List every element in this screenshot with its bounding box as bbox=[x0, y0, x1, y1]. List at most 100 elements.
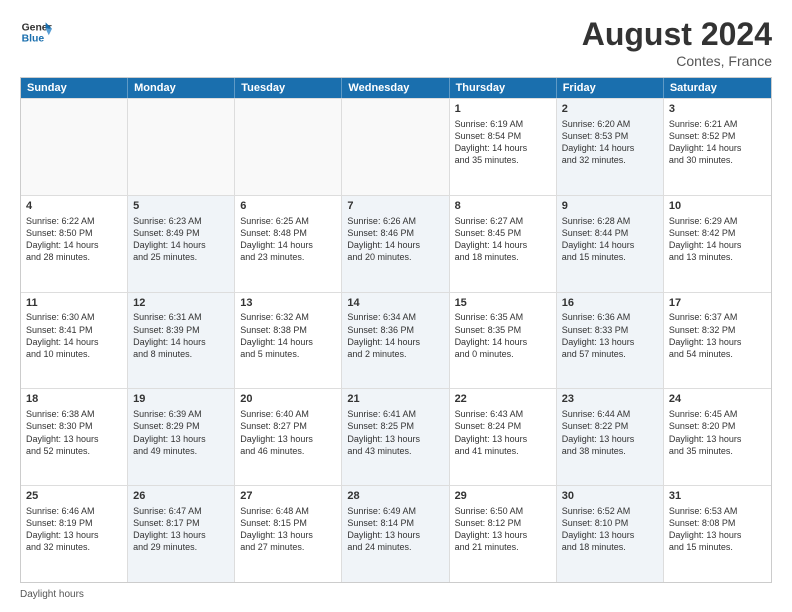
cal-cell-0-6: 3 Sunrise: 6:21 AM Sunset: 8:52 PM Daylig… bbox=[664, 99, 771, 195]
cal-cell-4-0: 25 Sunrise: 6:46 AM Sunset: 8:19 PM Dayli… bbox=[21, 486, 128, 582]
cal-cell-1-5: 9 Sunrise: 6:28 AM Sunset: 8:44 PM Daylig… bbox=[557, 196, 664, 292]
header-wednesday: Wednesday bbox=[342, 78, 449, 98]
cal-cell-1-3: 7 Sunrise: 6:26 AM Sunset: 8:46 PM Daylig… bbox=[342, 196, 449, 292]
cal-row-1: 4Sunrise: 6:22 AM Sunset: 8:50 PM Daylig… bbox=[21, 195, 771, 292]
cal-cell-1-0: 4Sunrise: 6:22 AM Sunset: 8:50 PM Daylig… bbox=[21, 196, 128, 292]
month-year-title: August 2024 bbox=[582, 16, 772, 53]
cal-cell-0-5: 2Sunrise: 6:20 AM Sunset: 8:53 PM Daylig… bbox=[557, 99, 664, 195]
cal-cell-2-1: 12Sunrise: 6:31 AM Sunset: 8:39 PM Dayli… bbox=[128, 293, 235, 389]
day-num-2-3: 14 bbox=[347, 296, 443, 311]
day-num-4-2: 27 bbox=[240, 489, 336, 504]
day-info-2-4: Sunrise: 6:35 AM Sunset: 8:35 PM Dayligh… bbox=[455, 312, 528, 358]
svg-text:Blue: Blue bbox=[22, 34, 45, 45]
day-info-0-6: Sunrise: 6:21 AM Sunset: 8:52 PM Dayligh… bbox=[669, 119, 742, 165]
cal-cell-2-3: 14Sunrise: 6:34 AM Sunset: 8:36 PM Dayli… bbox=[342, 293, 449, 389]
cal-cell-4-3: 28 Sunrise: 6:49 AM Sunset: 8:14 PM Dayli… bbox=[342, 486, 449, 582]
cal-row-0: 1Sunrise: 6:19 AM Sunset: 8:54 PM Daylig… bbox=[21, 98, 771, 195]
legend: Daylight hours bbox=[20, 589, 772, 600]
day-num-4-4: 29 bbox=[455, 489, 551, 504]
cal-cell-4-6: 31Sunrise: 6:53 AM Sunset: 8:08 PM Dayli… bbox=[664, 486, 771, 582]
cal-cell-2-0: 11Sunrise: 6:30 AM Sunset: 8:41 PM Dayli… bbox=[21, 293, 128, 389]
legend-label: Daylight hours bbox=[20, 589, 84, 600]
day-info-3-5: Sunrise: 6:44 AM Sunset: 8:22 PM Dayligh… bbox=[562, 409, 635, 455]
location-subtitle: Contes, France bbox=[582, 53, 772, 69]
day-num-3-5: 23 bbox=[562, 392, 658, 407]
cal-cell-4-2: 27Sunrise: 6:48 AM Sunset: 8:15 PM Dayli… bbox=[235, 486, 342, 582]
day-num-0-6: 3 bbox=[669, 102, 766, 117]
day-info-2-2: Sunrise: 6:32 AM Sunset: 8:38 PM Dayligh… bbox=[240, 312, 313, 358]
day-num-1-0: 4 bbox=[26, 199, 122, 214]
day-num-4-5: 30 bbox=[562, 489, 658, 504]
cal-cell-3-0: 18Sunrise: 6:38 AM Sunset: 8:30 PM Dayli… bbox=[21, 389, 128, 485]
cal-cell-3-5: 23 Sunrise: 6:44 AM Sunset: 8:22 PM Dayli… bbox=[557, 389, 664, 485]
cal-cell-0-1 bbox=[128, 99, 235, 195]
day-info-2-5: Sunrise: 6:36 AM Sunset: 8:33 PM Dayligh… bbox=[562, 312, 635, 358]
day-num-3-0: 18 bbox=[26, 392, 122, 407]
day-info-2-3: Sunrise: 6:34 AM Sunset: 8:36 PM Dayligh… bbox=[347, 312, 420, 358]
cal-cell-1-4: 8Sunrise: 6:27 AM Sunset: 8:45 PM Daylig… bbox=[450, 196, 557, 292]
day-info-0-5: Sunrise: 6:20 AM Sunset: 8:53 PM Dayligh… bbox=[562, 119, 635, 165]
header: General Blue August 2024 Contes, France bbox=[20, 16, 772, 69]
day-info-3-2: Sunrise: 6:40 AM Sunset: 8:27 PM Dayligh… bbox=[240, 409, 313, 455]
calendar: Sunday Monday Tuesday Wednesday Thursday… bbox=[20, 77, 772, 583]
logo: General Blue bbox=[20, 16, 52, 48]
day-info-3-4: Sunrise: 6:43 AM Sunset: 8:24 PM Dayligh… bbox=[455, 409, 528, 455]
header-friday: Friday bbox=[557, 78, 664, 98]
day-num-2-5: 16 bbox=[562, 296, 658, 311]
day-num-2-2: 13 bbox=[240, 296, 336, 311]
day-info-4-5: Sunrise: 6:52 AM Sunset: 8:10 PM Dayligh… bbox=[562, 506, 635, 552]
logo-icon: General Blue bbox=[20, 16, 52, 48]
day-num-2-1: 12 bbox=[133, 296, 229, 311]
day-num-1-3: 7 bbox=[347, 199, 443, 214]
day-info-2-0: Sunrise: 6:30 AM Sunset: 8:41 PM Dayligh… bbox=[26, 312, 99, 358]
header-monday: Monday bbox=[128, 78, 235, 98]
day-info-1-4: Sunrise: 6:27 AM Sunset: 8:45 PM Dayligh… bbox=[455, 216, 528, 262]
cal-cell-0-4: 1Sunrise: 6:19 AM Sunset: 8:54 PM Daylig… bbox=[450, 99, 557, 195]
day-info-4-0: Sunrise: 6:46 AM Sunset: 8:19 PM Dayligh… bbox=[26, 506, 99, 552]
header-saturday: Saturday bbox=[664, 78, 771, 98]
day-num-1-5: 9 bbox=[562, 199, 658, 214]
header-tuesday: Tuesday bbox=[235, 78, 342, 98]
day-info-1-3: Sunrise: 6:26 AM Sunset: 8:46 PM Dayligh… bbox=[347, 216, 420, 262]
day-num-2-6: 17 bbox=[669, 296, 766, 311]
header-sunday: Sunday bbox=[21, 78, 128, 98]
day-num-3-2: 20 bbox=[240, 392, 336, 407]
day-num-4-1: 26 bbox=[133, 489, 229, 504]
cal-cell-0-0 bbox=[21, 99, 128, 195]
day-num-3-6: 24 bbox=[669, 392, 766, 407]
day-num-1-6: 10 bbox=[669, 199, 766, 214]
cal-row-3: 18Sunrise: 6:38 AM Sunset: 8:30 PM Dayli… bbox=[21, 388, 771, 485]
calendar-header: Sunday Monday Tuesday Wednesday Thursday… bbox=[21, 78, 771, 98]
cal-cell-1-2: 6Sunrise: 6:25 AM Sunset: 8:48 PM Daylig… bbox=[235, 196, 342, 292]
day-info-1-5: Sunrise: 6:28 AM Sunset: 8:44 PM Dayligh… bbox=[562, 216, 635, 262]
day-info-3-6: Sunrise: 6:45 AM Sunset: 8:20 PM Dayligh… bbox=[669, 409, 742, 455]
calendar-body: 1Sunrise: 6:19 AM Sunset: 8:54 PM Daylig… bbox=[21, 98, 771, 582]
day-num-3-4: 22 bbox=[455, 392, 551, 407]
day-info-1-2: Sunrise: 6:25 AM Sunset: 8:48 PM Dayligh… bbox=[240, 216, 313, 262]
day-info-3-3: Sunrise: 6:41 AM Sunset: 8:25 PM Dayligh… bbox=[347, 409, 420, 455]
cal-cell-3-1: 19 Sunrise: 6:39 AM Sunset: 8:29 PM Dayli… bbox=[128, 389, 235, 485]
page: General Blue August 2024 Contes, France … bbox=[0, 0, 792, 612]
cal-cell-2-6: 17Sunrise: 6:37 AM Sunset: 8:32 PM Dayli… bbox=[664, 293, 771, 389]
day-info-4-4: Sunrise: 6:50 AM Sunset: 8:12 PM Dayligh… bbox=[455, 506, 528, 552]
cal-row-2: 11Sunrise: 6:30 AM Sunset: 8:41 PM Dayli… bbox=[21, 292, 771, 389]
cal-cell-0-2 bbox=[235, 99, 342, 195]
cal-row-4: 25 Sunrise: 6:46 AM Sunset: 8:19 PM Dayli… bbox=[21, 485, 771, 582]
day-info-3-1: Sunrise: 6:39 AM Sunset: 8:29 PM Dayligh… bbox=[133, 409, 206, 455]
day-num-4-0: 25 bbox=[26, 489, 122, 504]
day-info-2-1: Sunrise: 6:31 AM Sunset: 8:39 PM Dayligh… bbox=[133, 312, 206, 358]
day-info-4-3: Sunrise: 6:49 AM Sunset: 8:14 PM Dayligh… bbox=[347, 506, 420, 552]
cal-cell-2-4: 15Sunrise: 6:35 AM Sunset: 8:35 PM Dayli… bbox=[450, 293, 557, 389]
day-num-0-4: 1 bbox=[455, 102, 551, 117]
day-num-3-1: 19 bbox=[133, 392, 229, 407]
day-num-2-4: 15 bbox=[455, 296, 551, 311]
header-thursday: Thursday bbox=[450, 78, 557, 98]
day-info-4-1: Sunrise: 6:47 AM Sunset: 8:17 PM Dayligh… bbox=[133, 506, 206, 552]
day-num-4-3: 28 bbox=[347, 489, 443, 504]
cal-cell-1-1: 5Sunrise: 6:23 AM Sunset: 8:49 PM Daylig… bbox=[128, 196, 235, 292]
day-num-2-0: 11 bbox=[26, 296, 122, 311]
cal-cell-2-5: 16Sunrise: 6:36 AM Sunset: 8:33 PM Dayli… bbox=[557, 293, 664, 389]
cal-cell-0-3 bbox=[342, 99, 449, 195]
title-block: August 2024 Contes, France bbox=[582, 16, 772, 69]
cal-cell-3-3: 21Sunrise: 6:41 AM Sunset: 8:25 PM Dayli… bbox=[342, 389, 449, 485]
